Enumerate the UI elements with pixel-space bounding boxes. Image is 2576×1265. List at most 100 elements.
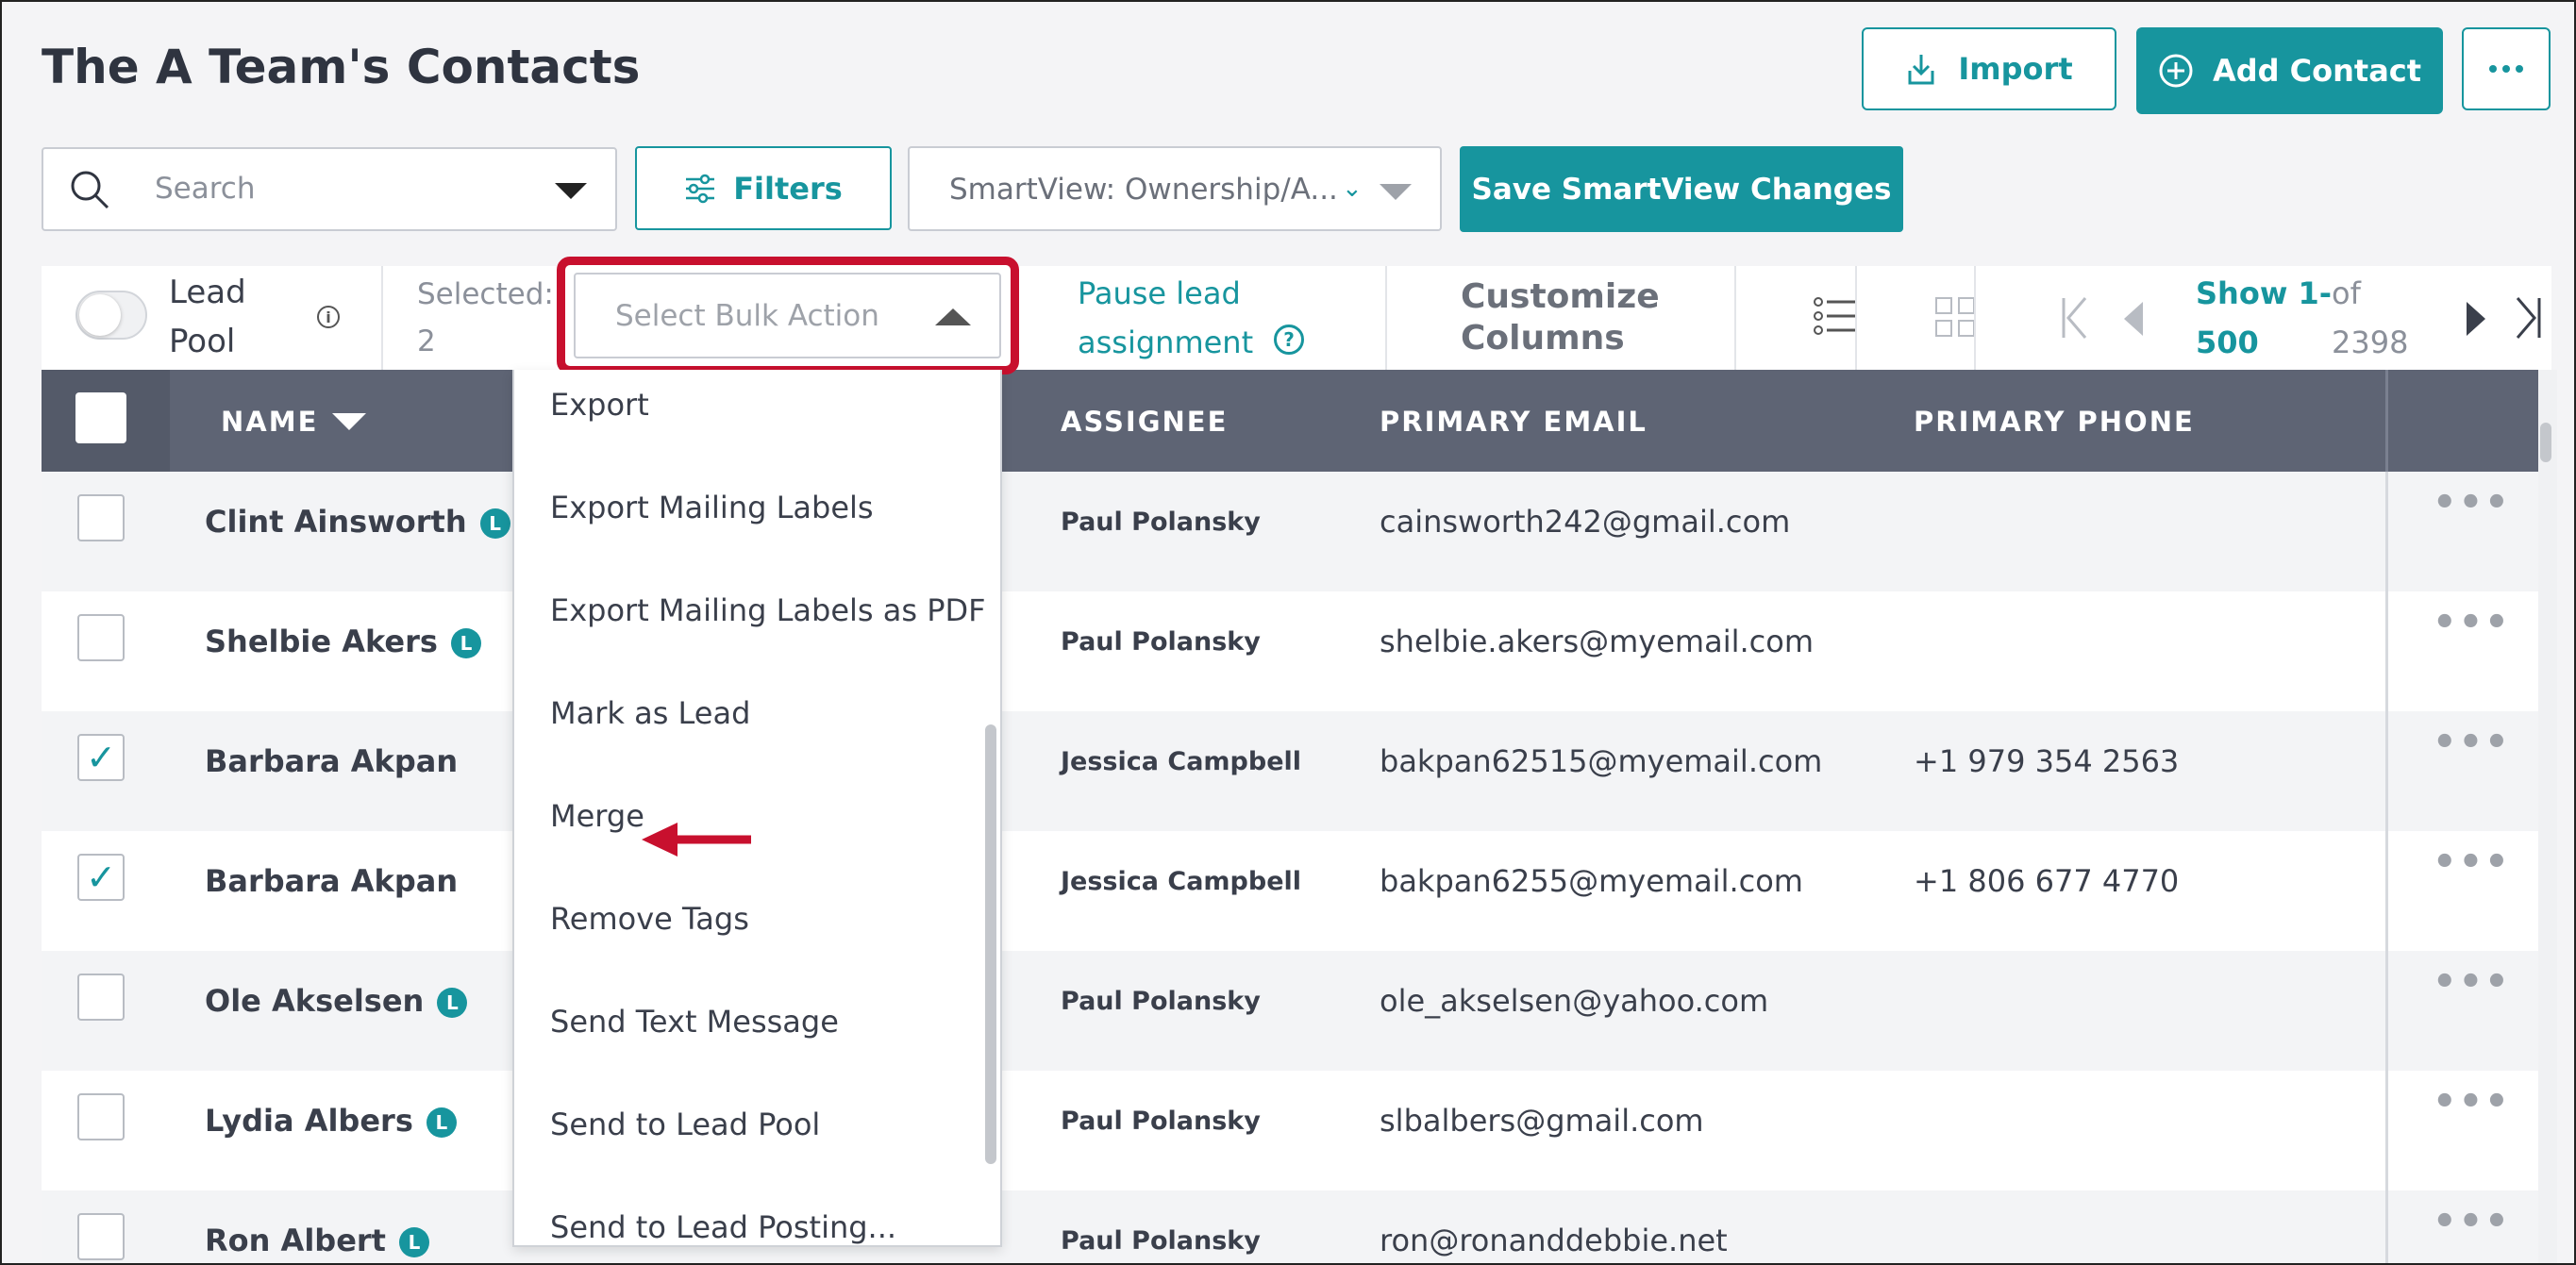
bulk-action-item[interactable]: Send to Lead Posting...	[550, 1209, 896, 1245]
table-row[interactable]: Ole Akselsen L Paul Polansky ole_akselsen@y…	[42, 951, 2538, 1071]
add-contact-button[interactable]: Add Contact	[2136, 27, 2443, 114]
email-cell[interactable]: ole_akselsen@yahoo.com	[1380, 983, 1768, 1019]
row-actions-icon[interactable]: •••	[2433, 481, 2511, 524]
contact-name[interactable]: Ole Akselsen L	[205, 983, 468, 1019]
row-checkbox[interactable]: ✓	[77, 734, 125, 781]
chevron-down-icon: ⌄	[1342, 175, 1363, 203]
email-cell[interactable]: ron@ronanddebbie.net	[1380, 1223, 1728, 1258]
next-page-icon[interactable]	[2467, 302, 2485, 336]
row-checkbox[interactable]	[77, 614, 125, 661]
bulk-action-item[interactable]: Send to Lead Pool	[550, 1107, 820, 1142]
contact-name[interactable]: Clint Ainsworth L	[205, 504, 510, 540]
lead-pool-label-2: Pool	[169, 323, 236, 360]
row-checkbox[interactable]	[77, 1093, 125, 1140]
search-input[interactable]: Search	[42, 147, 617, 231]
customize-columns-button-2[interactable]: Columns	[1461, 319, 1625, 358]
sliders-icon	[686, 174, 715, 203]
pause-lead-assignment-link-2[interactable]: assignment	[1078, 325, 1253, 360]
table-row[interactable]: Ron Albert L Paul Polansky ron@ronanddebbie…	[42, 1190, 2538, 1263]
contact-name-text: Shelbie Akers	[205, 624, 438, 659]
sort-desc-icon[interactable]	[332, 413, 366, 430]
contact-name[interactable]: Lydia Albers L	[205, 1103, 457, 1139]
phone-cell[interactable]: +1 806 677 4770	[1914, 863, 2179, 899]
bulk-action-item[interactable]: Send Text Message	[550, 1004, 839, 1040]
table-scrollbar[interactable]	[2538, 370, 2557, 1263]
lead-badge-icon: L	[426, 1107, 457, 1138]
toolbar-divider	[1855, 266, 1857, 370]
selected-label: Selected:	[417, 277, 554, 311]
table-row[interactable]: Lydia Albers L Paul Polansky slbalbers@gmai…	[42, 1071, 2538, 1190]
import-button[interactable]: Import	[1862, 27, 2116, 110]
email-cell[interactable]: slbalbers@gmail.com	[1380, 1103, 1704, 1139]
page-title: The A Team's Contacts	[42, 40, 641, 94]
bulk-action-item[interactable]: Export	[550, 387, 649, 423]
bulk-action-item[interactable]: Export Mailing Labels	[550, 490, 874, 525]
pointer-arrow-icon	[642, 823, 751, 857]
list-view-icon[interactable]	[1814, 296, 1859, 336]
email-cell[interactable]: bakpan62515@myemail.com	[1380, 743, 1822, 779]
row-actions-icon[interactable]: •••	[2433, 1200, 2511, 1243]
checkmark-icon: ✓	[86, 857, 116, 898]
phone-cell[interactable]: +1 979 354 2563	[1914, 743, 2179, 779]
row-checkbox[interactable]	[77, 1213, 125, 1260]
smartview-select[interactable]: SmartView: Ownership/A... ⌄	[908, 146, 1442, 231]
bulk-action-item[interactable]: Merge	[550, 798, 644, 834]
pause-lead-assignment-link[interactable]: Pause lead	[1078, 275, 1241, 311]
last-page-icon[interactable]	[2514, 296, 2542, 340]
total-of-label: of	[2332, 275, 2361, 311]
column-header-primary-email[interactable]: PRIMARY EMAIL	[1380, 406, 1648, 438]
lead-badge-icon: L	[398, 1227, 429, 1257]
search-dropdown-caret-icon[interactable]	[555, 183, 587, 199]
bulk-action-placeholder: Select Bulk Action	[615, 299, 879, 333]
info-icon[interactable]: i	[317, 306, 340, 328]
contacts-table-body: Clint Ainsworth L Paul Polansky cainsworth2…	[42, 472, 2538, 1263]
contact-name[interactable]: Shelbie Akers L	[205, 624, 481, 659]
table-row[interactable]: ✓ Barbara Akpan Jessica Campbell bakpan6251…	[42, 711, 2538, 831]
contact-name-text: Ole Akselsen	[205, 983, 425, 1019]
total-count: 2398	[2332, 325, 2409, 360]
bulk-action-item[interactable]: Export Mailing Labels as PDF	[550, 592, 986, 628]
contact-name-text: Lydia Albers	[205, 1103, 413, 1139]
row-actions-icon[interactable]: •••	[2433, 841, 2511, 884]
row-actions-icon[interactable]: •••	[2433, 721, 2511, 764]
row-checkbox[interactable]	[77, 974, 125, 1021]
column-header-assignee[interactable]: ASSIGNEE	[1061, 406, 1228, 438]
help-icon[interactable]: ?	[1274, 325, 1304, 355]
smartview-caret-icon	[1380, 184, 1412, 200]
filters-button[interactable]: Filters	[635, 146, 892, 230]
row-checkbox[interactable]	[77, 494, 125, 541]
table-row[interactable]: Clint Ainsworth L Paul Polansky cainsworth2…	[42, 472, 2538, 591]
column-divider	[2385, 370, 2388, 472]
grid-view-icon[interactable]	[1934, 296, 1976, 338]
menu-scrollbar-thumb[interactable]	[985, 724, 996, 1164]
email-cell[interactable]: bakpan6255@myemail.com	[1380, 863, 1803, 899]
row-actions-icon[interactable]: •••	[2433, 601, 2511, 644]
row-checkbox[interactable]: ✓	[77, 854, 125, 901]
contact-name[interactable]: Barbara Akpan	[205, 863, 458, 899]
column-header-primary-phone[interactable]: PRIMARY PHONE	[1914, 406, 2195, 438]
first-page-icon[interactable]	[2061, 296, 2089, 340]
table-row[interactable]: Shelbie Akers L Paul Polansky shelbie.akers…	[42, 591, 2538, 711]
bulk-action-select[interactable]: Select Bulk Action	[574, 273, 1001, 358]
select-all-checkbox[interactable]	[75, 392, 126, 443]
column-header-name[interactable]: NAME	[221, 406, 318, 438]
save-smartview-button[interactable]: Save SmartView Changes	[1460, 146, 1903, 232]
contact-name[interactable]: Barbara Akpan	[205, 743, 458, 779]
lead-pool-label: Lead	[169, 274, 246, 311]
assignee-cell: Jessica Campbell	[1061, 867, 1302, 896]
email-cell[interactable]: cainsworth242@gmail.com	[1380, 504, 1790, 540]
toolbar-divider	[1734, 266, 1736, 370]
row-actions-icon[interactable]: •••	[2433, 960, 2511, 1004]
bulk-action-item[interactable]: Remove Tags	[550, 901, 749, 937]
contact-name[interactable]: Ron Albert L	[205, 1223, 429, 1258]
table-row[interactable]: ✓ Barbara Akpan Jessica Campbell bakpan6255…	[42, 831, 2538, 951]
email-cell[interactable]: shelbie.akers@myemail.com	[1380, 624, 1814, 659]
row-actions-icon[interactable]: •••	[2433, 1080, 2511, 1124]
previous-page-icon[interactable]	[2124, 302, 2143, 336]
customize-columns-button[interactable]: Customize	[1461, 277, 1660, 316]
column-divider	[2385, 472, 2388, 591]
bulk-action-item[interactable]: Mark as Lead	[550, 695, 750, 731]
more-options-button[interactable]	[2462, 27, 2551, 110]
lead-pool-toggle[interactable]	[75, 291, 147, 340]
table-scrollbar-thumb[interactable]	[2540, 423, 2551, 462]
